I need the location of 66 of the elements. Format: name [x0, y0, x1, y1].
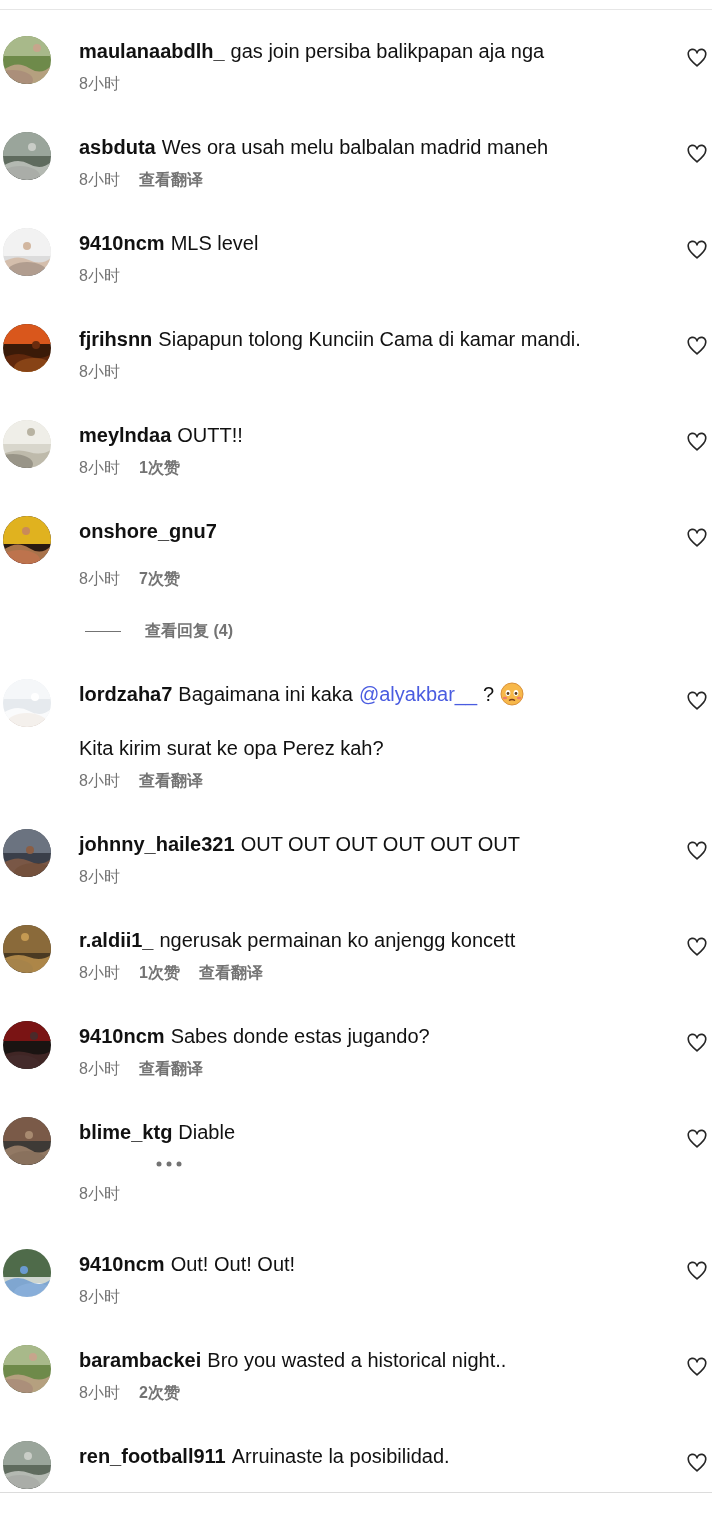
username-link[interactable]: lordzaha7 [79, 682, 173, 706]
comment-text: Siapapun tolong Kunciin Cama di kamar mandi. [158, 327, 581, 351]
username-link[interactable]: meylndaa [79, 423, 172, 447]
timestamp: 8小时 [79, 458, 120, 478]
comment-text: Kita kirim surat ke opa Perez kah? [79, 736, 385, 760]
like-count-link[interactable]: 1次赞 [138, 961, 180, 985]
username-link[interactable]: blime_ktg [79, 1120, 173, 1144]
timestamp: 8小时 [79, 74, 120, 94]
heart-icon[interactable] [686, 1452, 708, 1474]
timestamp: 8小时 [79, 362, 120, 382]
heart-icon[interactable] [686, 690, 708, 712]
comment-text: ? [483, 682, 495, 706]
heart-icon[interactable] [686, 239, 708, 261]
like-count-link[interactable]: 2次赞 [138, 1381, 180, 1405]
like-count-link[interactable]: 1次赞 [138, 456, 180, 480]
username-link[interactable]: r.aldii1_ [79, 928, 154, 952]
like-count-link[interactable]: 7次赞 [138, 567, 180, 591]
heart-icon[interactable] [686, 936, 708, 958]
timestamp: 8小时 [79, 963, 120, 983]
view-replies-link[interactable]: 查看回复 (4) [145, 619, 233, 643]
comment-text: OUTT!! [177, 423, 243, 447]
comment-text: Out! Out! Out! [170, 1252, 296, 1276]
comment-text: Bagaimana ini kaka [178, 682, 353, 706]
timestamp: 8小时 [79, 867, 120, 887]
timestamp: 8小时 [79, 1383, 120, 1403]
timestamp: 8小时 [79, 569, 120, 589]
username-link[interactable]: onshore_gnu7 [79, 519, 217, 543]
heart-icon[interactable] [686, 1260, 708, 1282]
heart-icon[interactable] [686, 1032, 708, 1054]
comment-text: gas join persiba balikpapan aja nga [230, 39, 545, 63]
username-link[interactable]: maulanaabdlh_ [79, 39, 225, 63]
timestamp: 8小时 [79, 771, 120, 791]
comment-text: MLS level [170, 231, 259, 255]
comment-text: Sabes donde estas jugando? [170, 1024, 430, 1048]
username-link[interactable]: 9410ncm [79, 231, 165, 255]
timestamp: 8小时 [79, 1287, 120, 1307]
heart-icon[interactable] [686, 335, 708, 357]
comment-text: OUT OUT OUT OUT OUT OUT [240, 832, 520, 856]
username-link[interactable]: fjrihsnn [79, 327, 153, 351]
translate-link[interactable]: 查看翻译 [138, 168, 203, 192]
comment-text: Arruinaste la posibilidad. [231, 1444, 450, 1468]
username-link[interactable]: 9410ncm [79, 1252, 165, 1276]
heart-icon[interactable] [686, 840, 708, 862]
username-link[interactable]: barambackei [79, 1348, 202, 1372]
heart-icon[interactable] [686, 1128, 708, 1150]
comment-text: Bro you wasted a historical night.. [207, 1348, 507, 1372]
comment-text: Diable [178, 1120, 236, 1144]
comment-text: Wes ora usah melu balbalan madrid maneh [161, 135, 549, 159]
username-link[interactable]: johnny_haile321 [79, 832, 235, 856]
timestamp: 8小时 [79, 1184, 120, 1204]
timestamp: 8小时 [79, 266, 120, 286]
heart-icon[interactable] [686, 431, 708, 453]
heart-icon[interactable] [686, 143, 708, 165]
timestamp: 8小时 [79, 1059, 120, 1079]
username-link[interactable]: asbduta [79, 135, 156, 159]
mention-link[interactable]: @alyakbar__ [358, 682, 478, 706]
translate-link[interactable]: 查看翻译 [138, 1057, 203, 1081]
translate-link[interactable]: 查看翻译 [198, 961, 263, 985]
comment-text: ngerusak permainan ko anjengg koncett [159, 928, 516, 952]
heart-icon[interactable] [686, 47, 708, 69]
timestamp: 8小时 [79, 170, 120, 190]
heart-icon[interactable] [686, 1356, 708, 1378]
username-link[interactable]: 9410ncm [79, 1024, 165, 1048]
username-link[interactable]: ren_football911 [79, 1444, 226, 1468]
translate-link[interactable]: 查看翻译 [138, 769, 203, 793]
heart-icon[interactable] [686, 527, 708, 549]
